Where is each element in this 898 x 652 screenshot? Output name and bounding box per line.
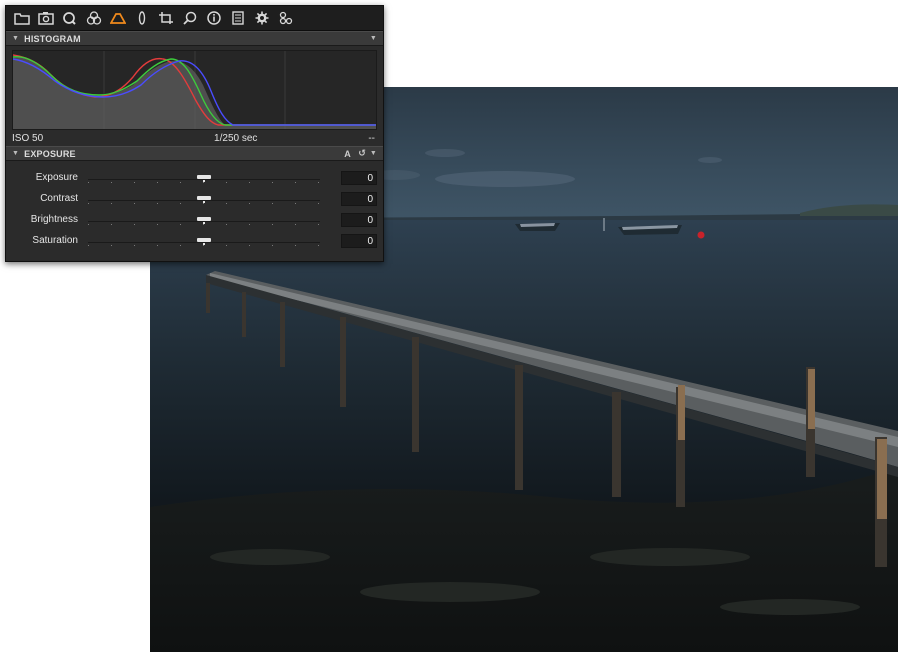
brightness-value-field[interactable]: 0 xyxy=(341,212,377,227)
tool-tabs xyxy=(6,6,383,31)
section-menu-icon[interactable]: ▼ xyxy=(370,35,377,42)
slider-thumb[interactable] xyxy=(197,216,211,224)
saturation-slider-row: Saturation 0 xyxy=(6,230,383,251)
brightness-slider[interactable] xyxy=(88,214,320,226)
saturation-slider[interactable] xyxy=(88,235,320,247)
slider-label: Contrast xyxy=(40,193,78,204)
exposure-title: EXPOSURE xyxy=(24,148,76,159)
exposure-icon[interactable] xyxy=(108,8,128,28)
saturation-value-field[interactable]: 0 xyxy=(341,233,377,248)
contrast-value-field[interactable]: 0 xyxy=(341,191,377,206)
camera-icon[interactable] xyxy=(36,8,56,28)
color-circles-icon[interactable] xyxy=(84,8,104,28)
tool-panel: ▼ HISTOGRAM ▼ ISO 50 1/250 sec -- ▼ EXPO… xyxy=(5,5,384,262)
exposure-sliders: Exposure 0 Contrast 0 Brightness 0 Satur… xyxy=(6,161,383,251)
collapse-triangle-icon[interactable]: ▼ xyxy=(12,150,19,157)
reset-icon[interactable]: ↺ xyxy=(358,148,366,159)
histogram-graph xyxy=(12,50,377,130)
collapse-triangle-icon[interactable]: ▼ xyxy=(12,35,19,42)
lens-icon[interactable] xyxy=(132,8,152,28)
histogram-header[interactable]: ▼ HISTOGRAM ▼ xyxy=(6,31,383,46)
crop-icon[interactable] xyxy=(156,8,176,28)
slider-label: Saturation xyxy=(32,235,78,246)
folder-icon[interactable] xyxy=(12,8,32,28)
loupe-icon[interactable] xyxy=(60,8,80,28)
slider-thumb[interactable] xyxy=(197,195,211,203)
auto-button[interactable]: A xyxy=(344,149,351,159)
batch-icon[interactable] xyxy=(276,8,296,28)
section-menu-icon[interactable]: ▼ xyxy=(370,150,377,157)
exposure-slider[interactable] xyxy=(88,172,320,184)
local-adjustment-icon[interactable] xyxy=(180,8,200,28)
exposure-value-field[interactable]: 0 xyxy=(341,170,377,185)
histogram-info: ISO 50 1/250 sec -- xyxy=(6,130,383,146)
slider-thumb[interactable] xyxy=(197,237,211,245)
info-icon[interactable] xyxy=(204,8,224,28)
settings-gear-icon[interactable] xyxy=(252,8,272,28)
histogram-title: HISTOGRAM xyxy=(24,33,81,44)
shutter-value: 1/250 sec xyxy=(214,132,258,144)
metadata-icon[interactable] xyxy=(228,8,248,28)
iso-value: ISO 50 xyxy=(12,132,44,144)
exposure-slider-row: Exposure 0 xyxy=(6,167,383,188)
contrast-slider-row: Contrast 0 xyxy=(6,188,383,209)
slider-label: Brightness xyxy=(30,214,78,225)
brightness-slider-row: Brightness 0 xyxy=(6,209,383,230)
contrast-slider[interactable] xyxy=(88,193,320,205)
slider-thumb[interactable] xyxy=(197,174,211,182)
aperture-value: -- xyxy=(368,132,375,144)
exposure-header[interactable]: ▼ EXPOSURE A ↺ ▼ xyxy=(6,146,383,161)
slider-label: Exposure xyxy=(35,172,78,183)
